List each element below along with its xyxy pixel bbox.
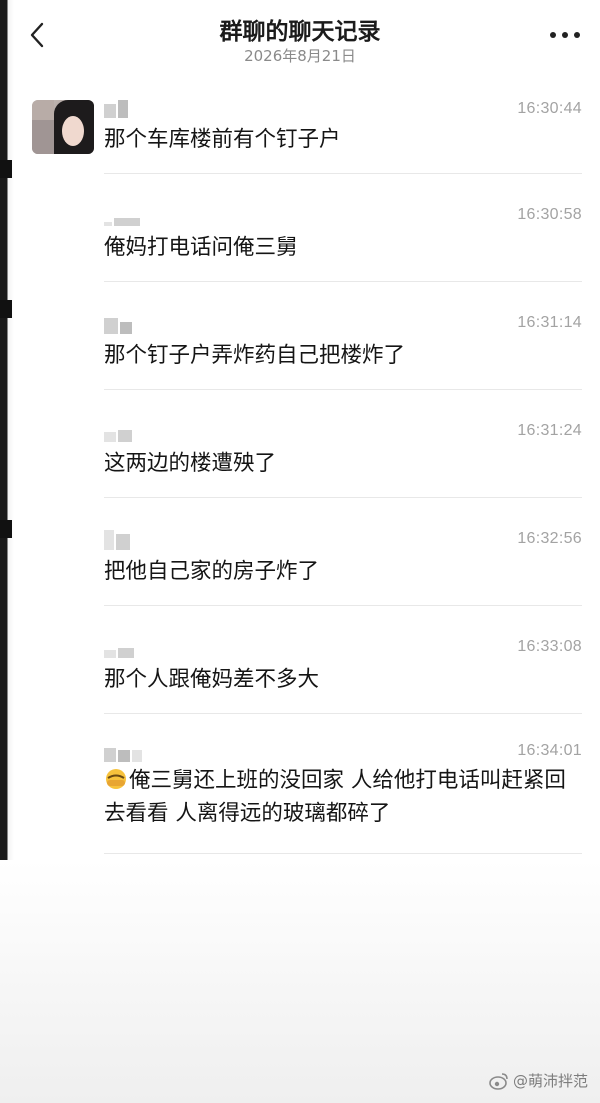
divider [104,853,582,854]
page-title: 群聊的聊天记录 [219,19,381,45]
divider [104,605,582,606]
watermark-text: @萌沛拌范 [512,1072,588,1090]
message-time: 16:31:14 [517,314,582,331]
avatar[interactable] [32,100,94,154]
watermark: @萌沛拌范 [489,1070,588,1091]
screen-edge-mark [0,520,12,538]
message-time: 16:34:01 [517,742,582,759]
divider [104,281,582,282]
sender-name-blurred [104,528,130,550]
message-time: 16:33:08 [517,638,582,655]
sender-name-blurred [104,420,132,442]
covering-face-emoji-icon [106,769,126,789]
sender-name-blurred [104,636,134,658]
message-text: 俺妈打电话问俺三舅 [104,235,298,260]
message-text: 那个钉子户弄炸药自己把楼炸了 [104,343,406,368]
sender-name-blurred [104,96,128,118]
message-time: 16:30:44 [517,100,582,117]
weibo-icon [489,1072,508,1090]
message-text: 俺三舅还上班的没回家 人给他打电话叫赶紧回去看看 人离得远的玻璃都碎了 [104,768,566,826]
message-text: 那个车库楼前有个钉子户 [104,127,341,152]
screen-edge-mark [0,160,12,178]
divider [104,497,582,498]
screen-edge-mark [0,300,12,318]
message-time: 16:30:58 [517,206,582,223]
divider [104,713,582,714]
message-text: 那个人跟俺妈差不多大 [104,667,320,692]
message-text: 这两边的楼遭殃了 [104,451,277,476]
more-button[interactable] [548,26,582,44]
divider [104,173,582,174]
sender-name-blurred [104,312,132,334]
message-text-container: 俺三舅还上班的没回家 人给他打电话叫赶紧回去看看 人离得远的玻璃都碎了 [104,764,580,830]
chat-header: 群聊的聊天记录 2026年8月21日 [0,0,600,78]
sender-name-blurred [104,740,142,762]
message-text: 把他自己家的房子炸了 [104,559,320,584]
empty-chat-area [0,860,600,1103]
message-time: 16:31:24 [517,422,582,439]
sender-name-blurred [104,204,140,226]
divider [104,389,582,390]
message-time: 16:32:56 [517,530,582,547]
page-date: 2026年8月21日 [244,47,356,65]
